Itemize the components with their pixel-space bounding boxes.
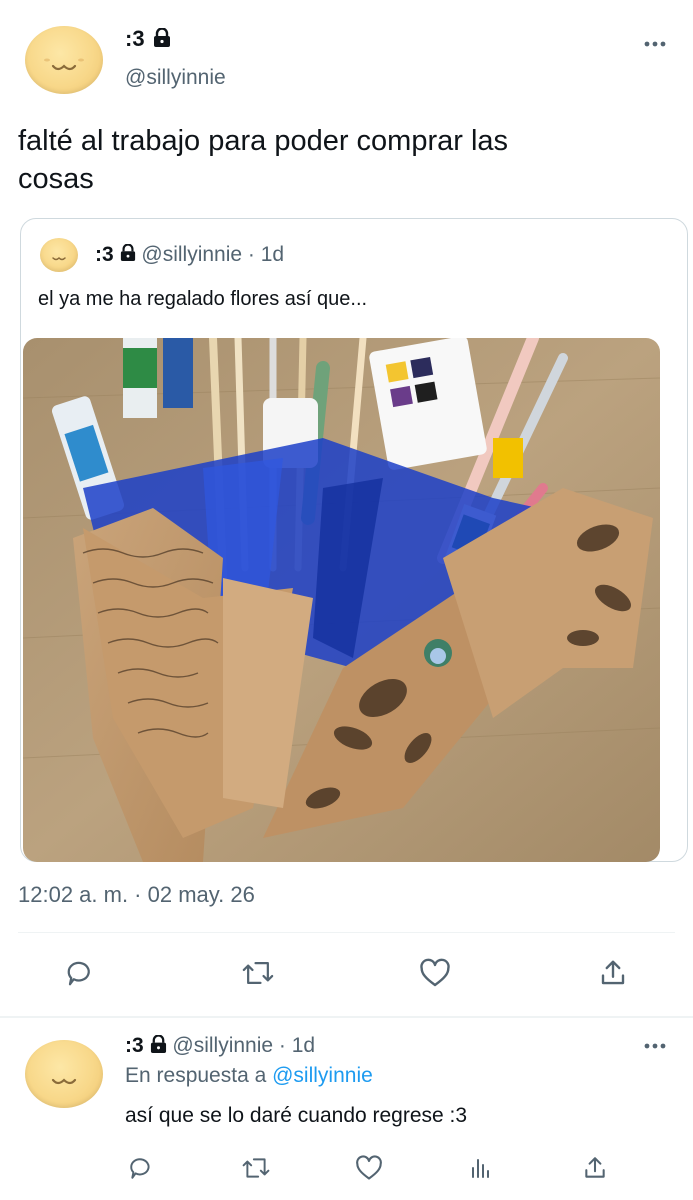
quoted-display-name: :3 <box>95 243 114 266</box>
like-icon <box>356 1155 382 1180</box>
quoted-avatar <box>40 238 78 272</box>
tweet-text-line: cosas <box>18 163 94 195</box>
lock-icon <box>150 1034 166 1053</box>
quoted-handle: @sillyinnie <box>141 243 243 266</box>
avatar-face-icon <box>44 58 84 71</box>
replying-to-link[interactable]: @sillyinnie <box>272 1064 373 1087</box>
avatar[interactable] <box>25 26 103 94</box>
retweet-icon <box>242 1158 270 1178</box>
avatar-face-icon <box>52 256 66 261</box>
share-button[interactable] <box>595 955 631 991</box>
display-name[interactable]: :3 <box>125 26 171 52</box>
reply-icon <box>67 961 90 986</box>
reply-like-button[interactable] <box>354 1153 384 1183</box>
more-horizontal-icon <box>644 1043 666 1049</box>
reply-time[interactable]: · 1d <box>279 1034 315 1057</box>
retweet-icon <box>242 962 274 984</box>
replying-to: En respuesta a @sillyinnie <box>125 1064 373 1088</box>
share-icon <box>601 960 625 985</box>
more-horizontal-icon <box>644 41 666 47</box>
like-button[interactable] <box>417 955 453 991</box>
reply-display-name[interactable]: :3 <box>125 1034 144 1057</box>
reply-share-button[interactable] <box>580 1153 610 1183</box>
art-supplies-bouquet-image <box>23 338 660 862</box>
tweet-text: falté al trabajo para poder comprar las … <box>18 122 508 198</box>
reply-reply-button[interactable] <box>126 1153 156 1183</box>
reply-avatar[interactable] <box>25 1040 103 1108</box>
display-name-text: :3 <box>125 26 145 51</box>
retweet-button[interactable] <box>240 955 276 991</box>
analytics-icon <box>472 1159 489 1178</box>
reply-more-options-button[interactable] <box>640 1036 670 1056</box>
avatar-face-icon <box>51 1078 77 1085</box>
reply-icon <box>130 1158 150 1179</box>
lock-icon <box>153 28 170 48</box>
reply-header: :3 @sillyinnie · 1d <box>125 1034 315 1058</box>
quoted-time: · 1d <box>247 243 285 266</box>
divider <box>0 1016 693 1018</box>
lock-icon <box>120 244 135 262</box>
replying-to-prefix: En respuesta a <box>125 1064 267 1087</box>
more-options-button[interactable] <box>640 32 670 56</box>
reply-button[interactable] <box>62 955 98 991</box>
reply-analytics-button[interactable] <box>466 1153 496 1183</box>
reply-retweet-button[interactable] <box>240 1153 272 1183</box>
divider <box>18 932 675 933</box>
quoted-header: :3 @sillyinnie · 1d <box>95 243 284 267</box>
tweet-text-line: falté al trabajo para poder comprar las <box>18 125 509 157</box>
tweet-photo[interactable] <box>23 338 660 862</box>
reply-text: así que se lo daré cuando regrese :3 <box>125 1104 468 1127</box>
reply-handle[interactable]: @sillyinnie <box>172 1034 273 1057</box>
user-handle[interactable]: @sillyinnie <box>125 66 226 90</box>
quoted-text: el ya me ha regalado flores así que... <box>38 288 368 310</box>
share-icon <box>585 1157 605 1178</box>
tweet-timestamp[interactable]: 12:02 a. m. · 02 may. 26 <box>18 882 255 908</box>
like-icon <box>420 958 450 987</box>
